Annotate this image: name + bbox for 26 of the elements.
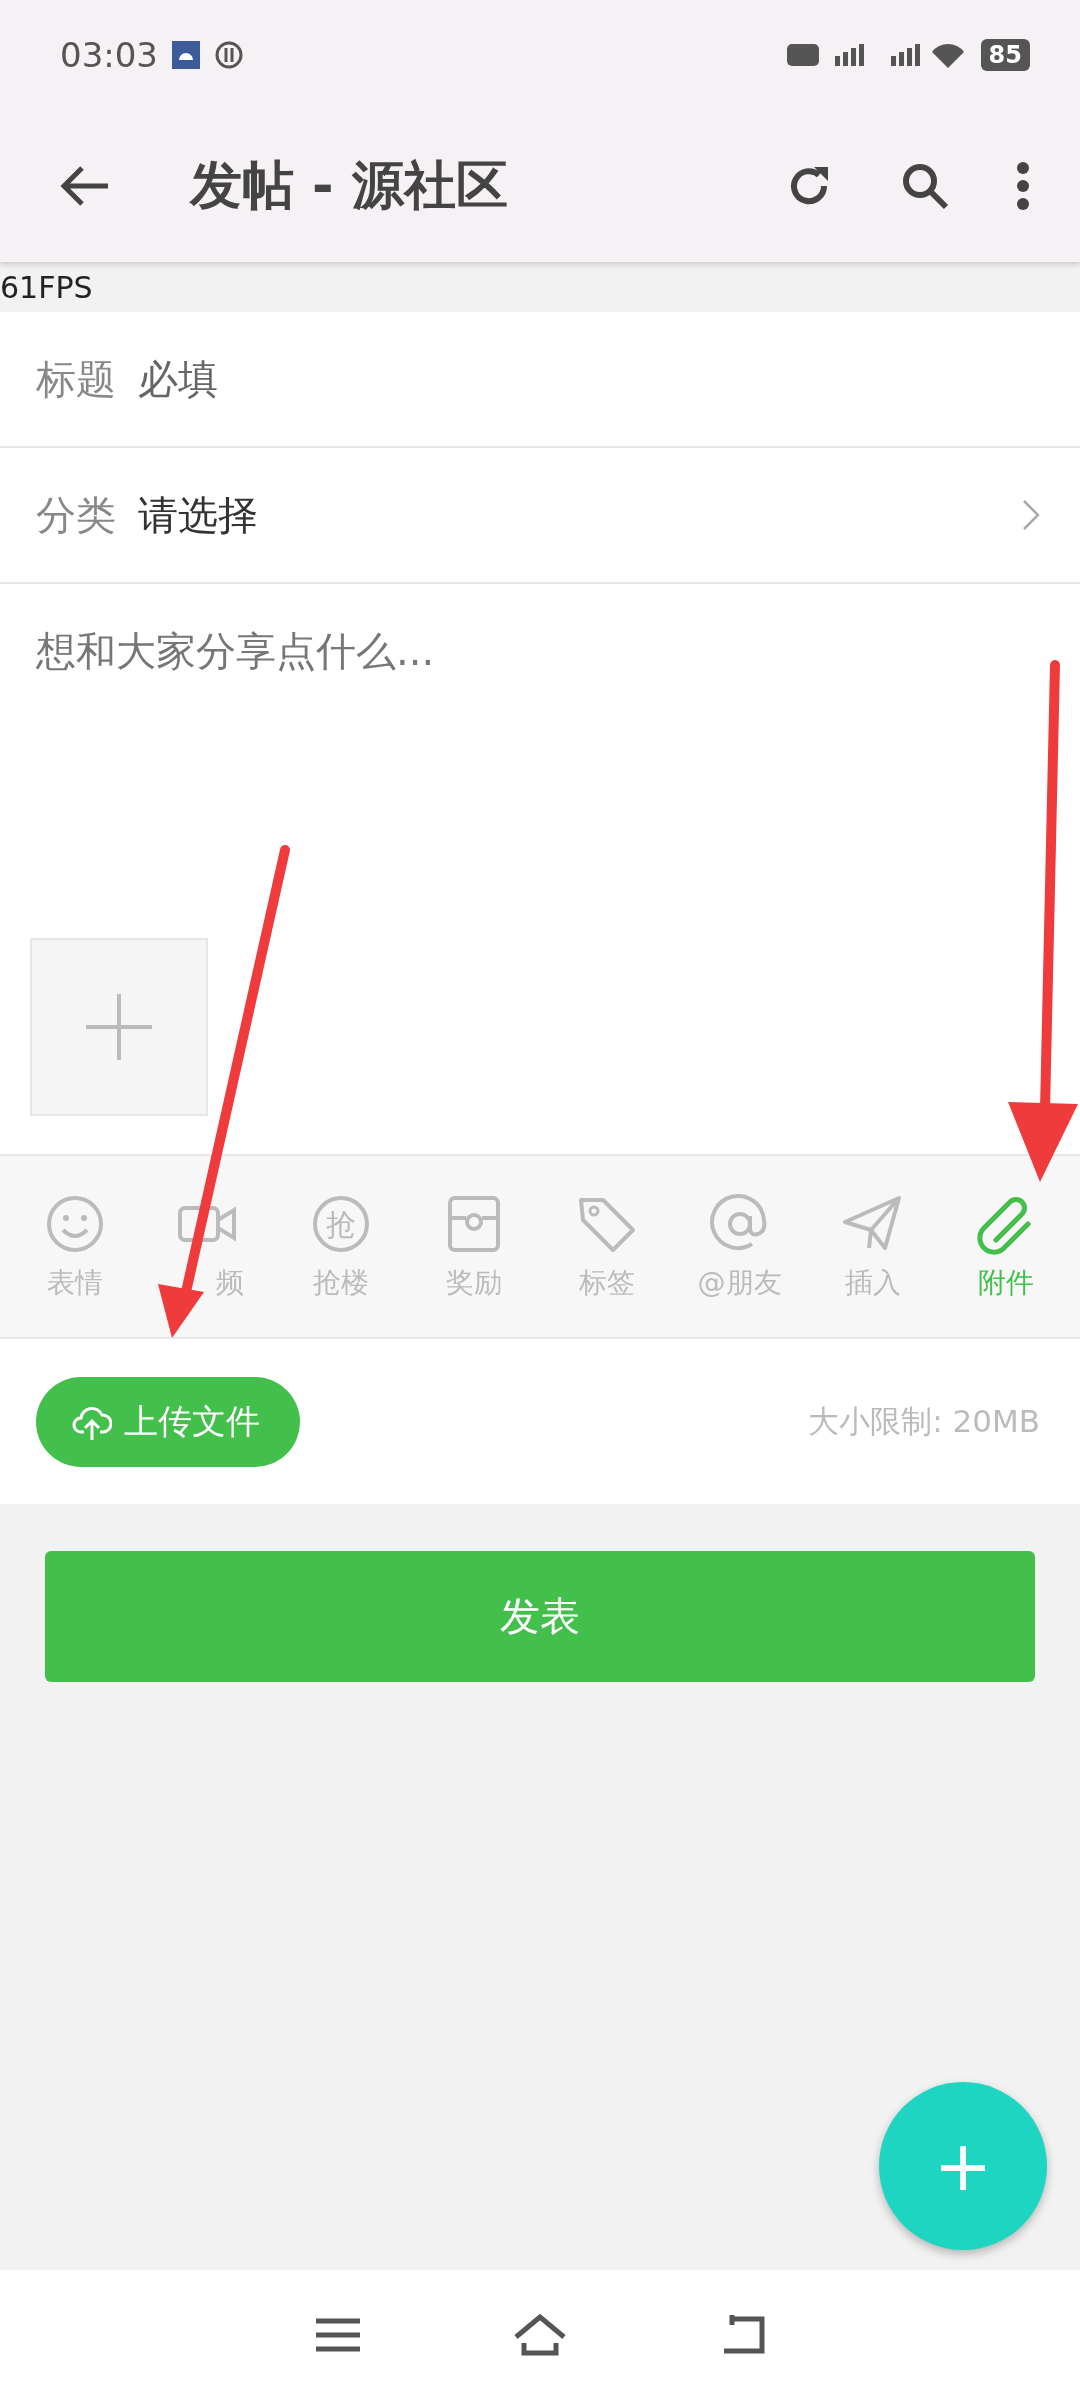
battery-level: 85 (980, 39, 1030, 71)
chevron-icon (1022, 499, 1040, 531)
size-limit-text: 大小限制: 20MB (808, 1401, 1040, 1441)
add-fab[interactable]: + (879, 2082, 1047, 2250)
menu-icon[interactable] (314, 2317, 362, 2353)
category-field[interactable]: 分类 请选择 (0, 448, 1080, 584)
toolbar-tab[interactable]: 插入 (806, 1156, 939, 1337)
search-icon[interactable] (900, 161, 950, 211)
toolbar-tab[interactable]: 附件 (939, 1156, 1072, 1337)
toolbar-tab[interactable]: 频 (141, 1156, 274, 1337)
home-icon[interactable] (512, 2313, 568, 2357)
plus-icon (84, 992, 154, 1062)
page-title: 发帖 - 源社区 (190, 154, 508, 217)
back-icon[interactable] (58, 164, 110, 208)
publish-button[interactable]: 发表 (45, 1551, 1035, 1682)
toolbar-tab[interactable]: 表情 (8, 1156, 141, 1337)
fps-counter: 61FPS (0, 269, 93, 305)
more-icon[interactable] (1016, 161, 1030, 211)
upload-file-button[interactable]: 上传文件 (36, 1376, 300, 1467)
toolbar-tab[interactable]: 奖励 (407, 1156, 540, 1337)
toolbar-tab[interactable]: 抢 抢楼 (274, 1156, 407, 1337)
status-time: 03:03 (60, 35, 158, 75)
toolbar-tab[interactable]: @朋友 (673, 1156, 806, 1337)
content-field[interactable]: 想和大家分享点什么... (36, 624, 1050, 679)
toolbar-tab[interactable]: 标签 (540, 1156, 673, 1337)
title-field[interactable]: 标题 必填 (0, 312, 1080, 448)
